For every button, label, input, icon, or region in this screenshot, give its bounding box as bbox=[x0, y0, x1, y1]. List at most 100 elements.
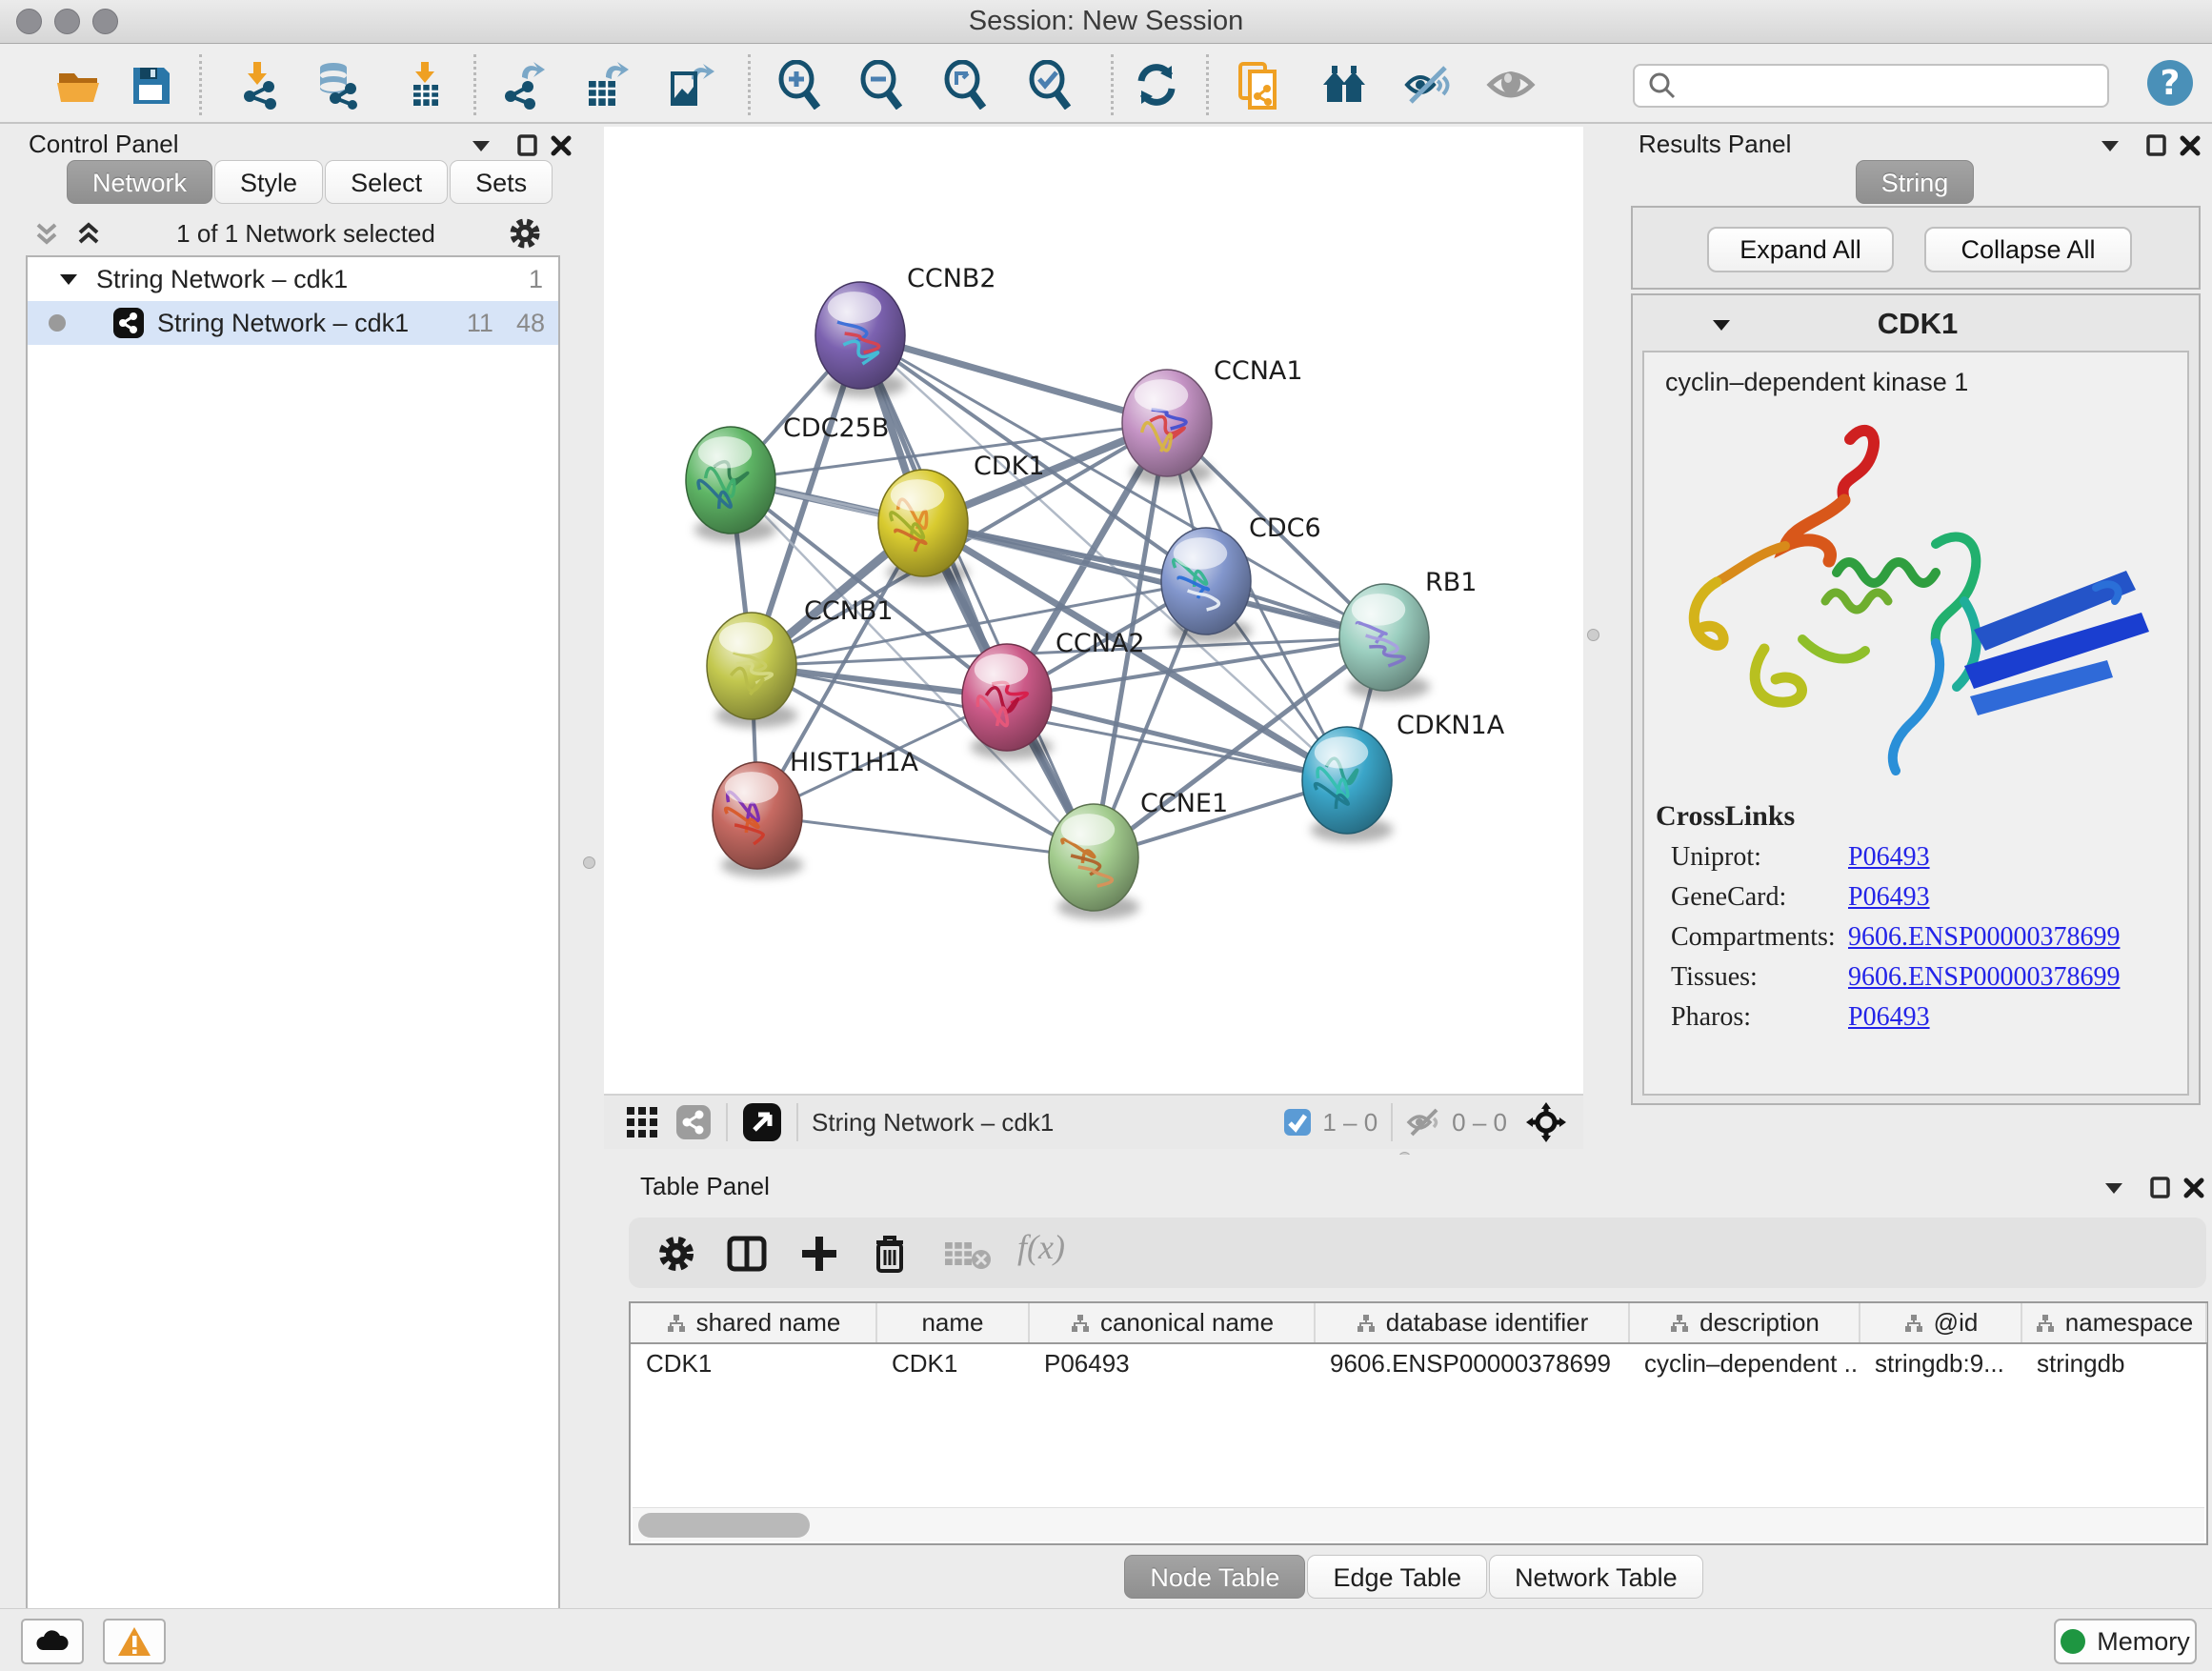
tab-edge-table[interactable]: Edge Table bbox=[1307, 1555, 1487, 1599]
export-image-icon[interactable] bbox=[665, 60, 714, 110]
crosslink-link[interactable]: 9606.ENSP00000378699 bbox=[1848, 922, 2120, 953]
expand-all-networks-icon[interactable] bbox=[72, 217, 105, 250]
float-panel-icon[interactable] bbox=[467, 131, 495, 160]
open-session-icon[interactable] bbox=[53, 60, 103, 110]
close-panel-icon[interactable] bbox=[547, 131, 575, 160]
import-network-database-icon[interactable] bbox=[312, 60, 362, 110]
network-options-gear-icon[interactable] bbox=[507, 215, 543, 252]
cell-database-identifier[interactable]: 9606.ENSP00000378699 bbox=[1315, 1343, 1629, 1383]
minimize-window-button[interactable] bbox=[54, 9, 80, 34]
scrollbar-thumb[interactable] bbox=[638, 1513, 810, 1538]
selected-checkbox-icon[interactable] bbox=[1282, 1107, 1313, 1137]
maximize-panel-icon[interactable] bbox=[2142, 131, 2171, 160]
search-icon bbox=[1646, 70, 1679, 102]
network-collection-row[interactable]: String Network – cdk1 1 bbox=[28, 257, 558, 301]
birds-eye-view-icon[interactable] bbox=[741, 1101, 783, 1143]
zoom-in-icon[interactable] bbox=[775, 60, 825, 110]
network-node-label-HIST1H1A: HIST1H1A bbox=[790, 748, 919, 777]
cloud-services-button[interactable] bbox=[21, 1619, 84, 1664]
column-type-icon bbox=[1903, 1313, 1924, 1334]
warnings-button[interactable] bbox=[103, 1619, 166, 1664]
show-columns-icon[interactable] bbox=[726, 1233, 768, 1275]
table-options-gear-icon[interactable] bbox=[655, 1233, 697, 1275]
column-header[interactable]: description bbox=[1629, 1303, 1860, 1343]
tab-style[interactable]: Style bbox=[214, 160, 323, 204]
crosslink-link[interactable]: P06493 bbox=[1848, 842, 1930, 873]
zoom-fit-content-icon[interactable] bbox=[941, 60, 991, 110]
grid-view-icon[interactable] bbox=[623, 1103, 661, 1141]
network-view-icon[interactable] bbox=[674, 1103, 713, 1141]
tab-network-table[interactable]: Network Table bbox=[1489, 1555, 1703, 1599]
string-protein-query-icon[interactable] bbox=[1319, 60, 1369, 110]
zoom-out-icon[interactable] bbox=[857, 60, 907, 110]
network-type-icon bbox=[111, 306, 146, 340]
column-header[interactable]: @id bbox=[1860, 1303, 2021, 1343]
network-node-label-CCNA2: CCNA2 bbox=[1056, 629, 1145, 658]
table-row[interactable]: CDK1 CDK1 P06493 9606.ENSP00000378699 cy… bbox=[631, 1343, 2206, 1383]
crosslink-link[interactable]: P06493 bbox=[1848, 1002, 1930, 1033]
close-panel-icon[interactable] bbox=[2176, 131, 2204, 160]
cell-shared-name[interactable]: CDK1 bbox=[631, 1343, 876, 1383]
tab-string-results[interactable]: String bbox=[1856, 160, 1975, 204]
zoom-selected-icon[interactable] bbox=[1026, 60, 1076, 110]
create-column-icon[interactable] bbox=[798, 1233, 840, 1275]
crosslink-link[interactable]: 9606.ENSP00000378699 bbox=[1848, 962, 2120, 993]
column-header[interactable]: shared name bbox=[631, 1303, 876, 1343]
duplicate-network-icon[interactable] bbox=[1235, 60, 1284, 110]
network-view-canvas[interactable]: CCNB2CCNA1CDC25BCDK1CDC6RB1CCNB1CCNA2CDK… bbox=[604, 127, 1583, 1094]
hide-selected-icon[interactable] bbox=[1403, 60, 1453, 110]
crosslink-row: GeneCard: P06493 bbox=[1671, 882, 2187, 913]
help-icon[interactable]: ? bbox=[2145, 58, 2195, 108]
show-all-icon[interactable] bbox=[1486, 60, 1536, 110]
float-panel-icon[interactable] bbox=[2096, 131, 2124, 160]
gene-description: cyclin–dependent kinase 1 bbox=[1665, 368, 2187, 397]
maximize-panel-icon[interactable] bbox=[2146, 1174, 2175, 1202]
network-edge-CCNB2-CCNE1[interactable] bbox=[860, 335, 1094, 857]
zoom-window-button[interactable] bbox=[92, 9, 118, 34]
search-input[interactable] bbox=[1686, 72, 2107, 99]
collapse-all-networks-icon[interactable] bbox=[30, 217, 63, 250]
network-node-label-CCNB1: CCNB1 bbox=[804, 596, 894, 626]
tab-sets[interactable]: Sets bbox=[450, 160, 553, 204]
cell-namespace[interactable]: stringdb bbox=[2021, 1343, 2206, 1383]
string-network-graph[interactable]: CCNB2CCNA1CDC25BCDK1CDC6RB1CCNB1CCNA2CDK… bbox=[604, 127, 1583, 1094]
column-header[interactable]: name bbox=[876, 1303, 1029, 1343]
delete-table-icon[interactable] bbox=[943, 1238, 993, 1271]
node-table[interactable]: shared name name canonical name database… bbox=[629, 1301, 2208, 1545]
crosslinks-heading: CrossLinks bbox=[1656, 800, 2187, 833]
delete-column-icon[interactable] bbox=[869, 1231, 911, 1277]
export-network-icon[interactable] bbox=[499, 60, 549, 110]
close-window-button[interactable] bbox=[16, 9, 42, 34]
table-horizontal-scrollbar[interactable] bbox=[633, 1507, 2204, 1541]
cell-canonical-name[interactable]: P06493 bbox=[1029, 1343, 1315, 1383]
right-splitter-handle[interactable] bbox=[1587, 629, 1599, 641]
column-header[interactable]: namespace bbox=[2021, 1303, 2206, 1343]
network-edge-HIST1H1A-CCNE1[interactable] bbox=[757, 815, 1094, 857]
save-session-icon[interactable] bbox=[126, 60, 175, 110]
network-row[interactable]: String Network – cdk1 11 48 bbox=[28, 301, 558, 345]
left-splitter-handle[interactable] bbox=[583, 856, 595, 869]
cell-description[interactable]: cyclin–dependent ... bbox=[1629, 1343, 1860, 1383]
tab-select[interactable]: Select bbox=[325, 160, 448, 204]
export-table-icon[interactable] bbox=[581, 60, 631, 110]
tab-network[interactable]: Network bbox=[67, 160, 212, 204]
collapse-all-button[interactable]: Collapse All bbox=[1924, 227, 2132, 272]
import-table-file-icon[interactable] bbox=[400, 60, 450, 110]
expand-all-button[interactable]: Expand All bbox=[1707, 227, 1894, 272]
crosslink-link[interactable]: P06493 bbox=[1848, 882, 1930, 913]
import-network-file-icon[interactable] bbox=[232, 60, 282, 110]
close-panel-icon[interactable] bbox=[2180, 1174, 2208, 1202]
tab-node-table[interactable]: Node Table bbox=[1124, 1555, 1305, 1599]
column-header[interactable]: database identifier bbox=[1315, 1303, 1629, 1343]
table-toolbar: f(x) bbox=[629, 1218, 2206, 1288]
maximize-panel-icon[interactable] bbox=[513, 131, 542, 160]
cell-id[interactable]: stringdb:9... bbox=[1860, 1343, 2021, 1383]
column-header[interactable]: canonical name bbox=[1029, 1303, 1315, 1343]
float-panel-icon[interactable] bbox=[2100, 1174, 2128, 1202]
refresh-network-view-icon[interactable] bbox=[1132, 60, 1181, 110]
memory-button[interactable]: Memory bbox=[2054, 1619, 2197, 1664]
network-edge-CCNB2-CCNA1[interactable] bbox=[860, 335, 1167, 423]
pan-crosshair-icon[interactable] bbox=[1524, 1100, 1568, 1144]
collection-expander-icon[interactable] bbox=[54, 265, 83, 293]
cell-name[interactable]: CDK1 bbox=[876, 1343, 1029, 1383]
